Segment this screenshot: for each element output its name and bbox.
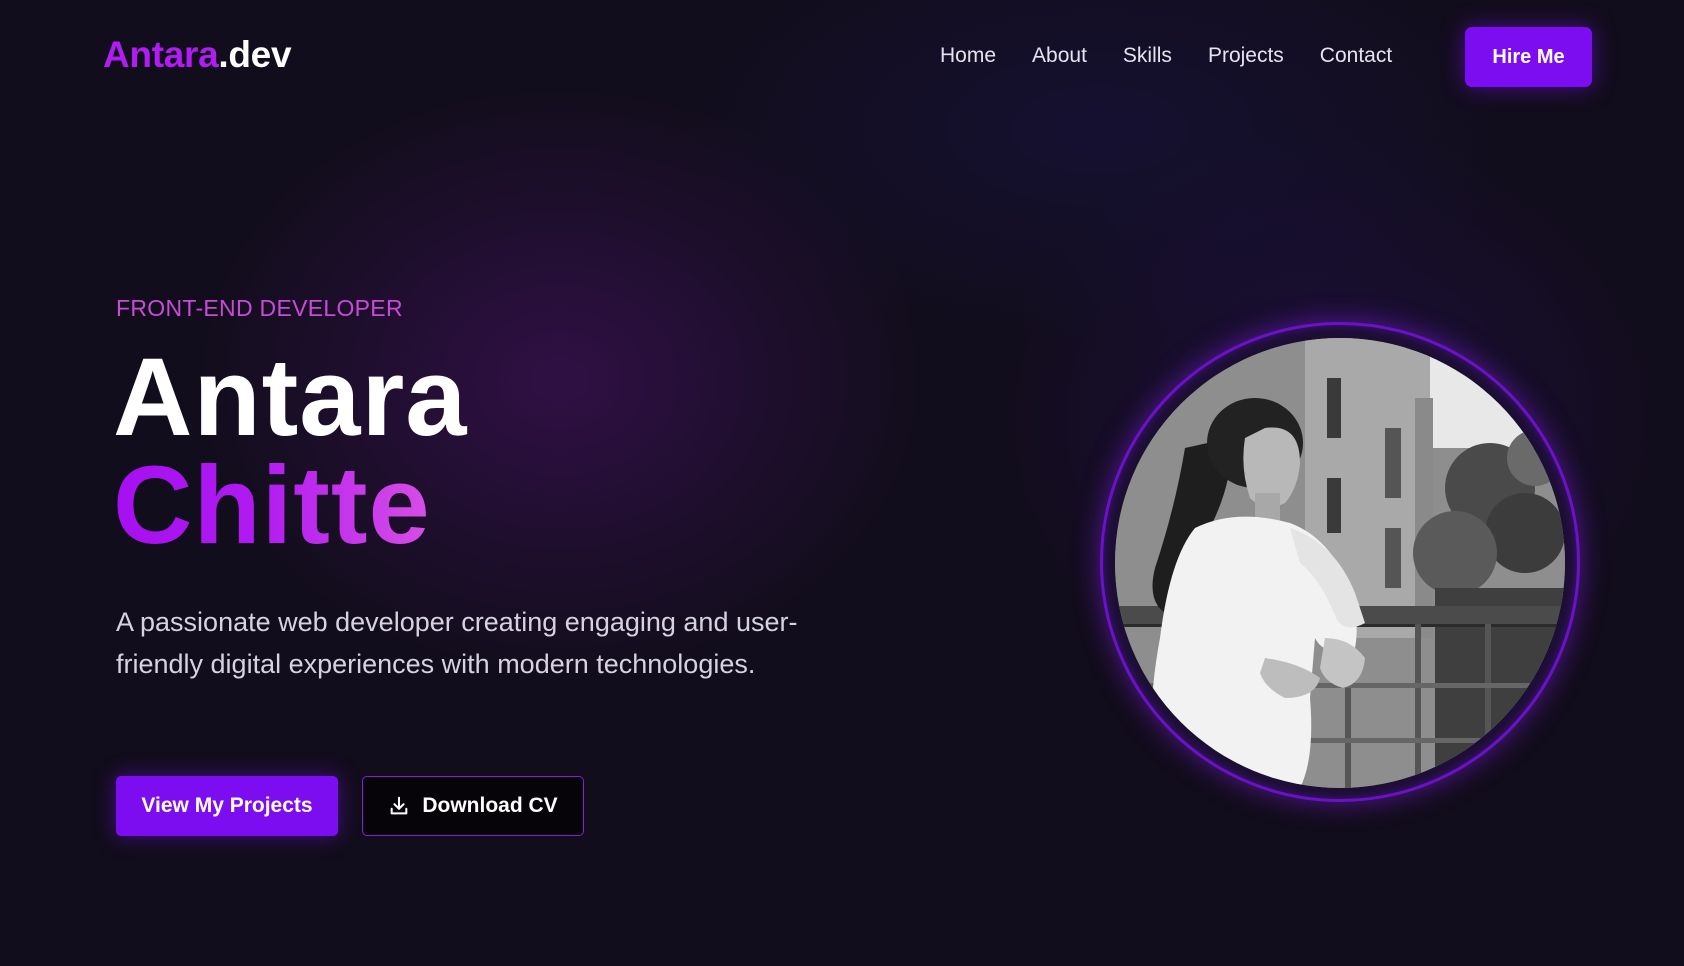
hero-tagline: A passionate web developer creating enga… (116, 607, 798, 679)
profile-photo (1115, 338, 1565, 788)
view-projects-button[interactable]: View My Projects (116, 776, 338, 836)
nav-link-projects[interactable]: Projects (1208, 44, 1284, 68)
nav-link-contact[interactable]: Contact (1320, 44, 1392, 68)
top-navigation: Antara.dev Home About Skills Projects Co… (0, 0, 1684, 114)
site-logo[interactable]: Antara.dev (103, 34, 292, 76)
hero-last-name: Chitte (113, 444, 431, 567)
hero-first-name: Antara (113, 336, 468, 459)
logo-brand: Antara (103, 34, 219, 75)
nav-link-skills[interactable]: Skills (1123, 44, 1172, 68)
nav-links: Home About Skills Projects Contact (940, 44, 1428, 68)
role-label: FRONT-END DEVELOPER (116, 295, 403, 321)
hire-me-button[interactable]: Hire Me (1465, 27, 1592, 87)
download-cv-button[interactable]: Download CV (362, 776, 584, 836)
nav-link-home[interactable]: Home (940, 44, 996, 68)
download-icon (388, 795, 410, 817)
nav-link-about[interactable]: About (1032, 44, 1087, 68)
download-cv-label: Download CV (422, 794, 558, 817)
logo-tld: .dev (218, 34, 292, 75)
